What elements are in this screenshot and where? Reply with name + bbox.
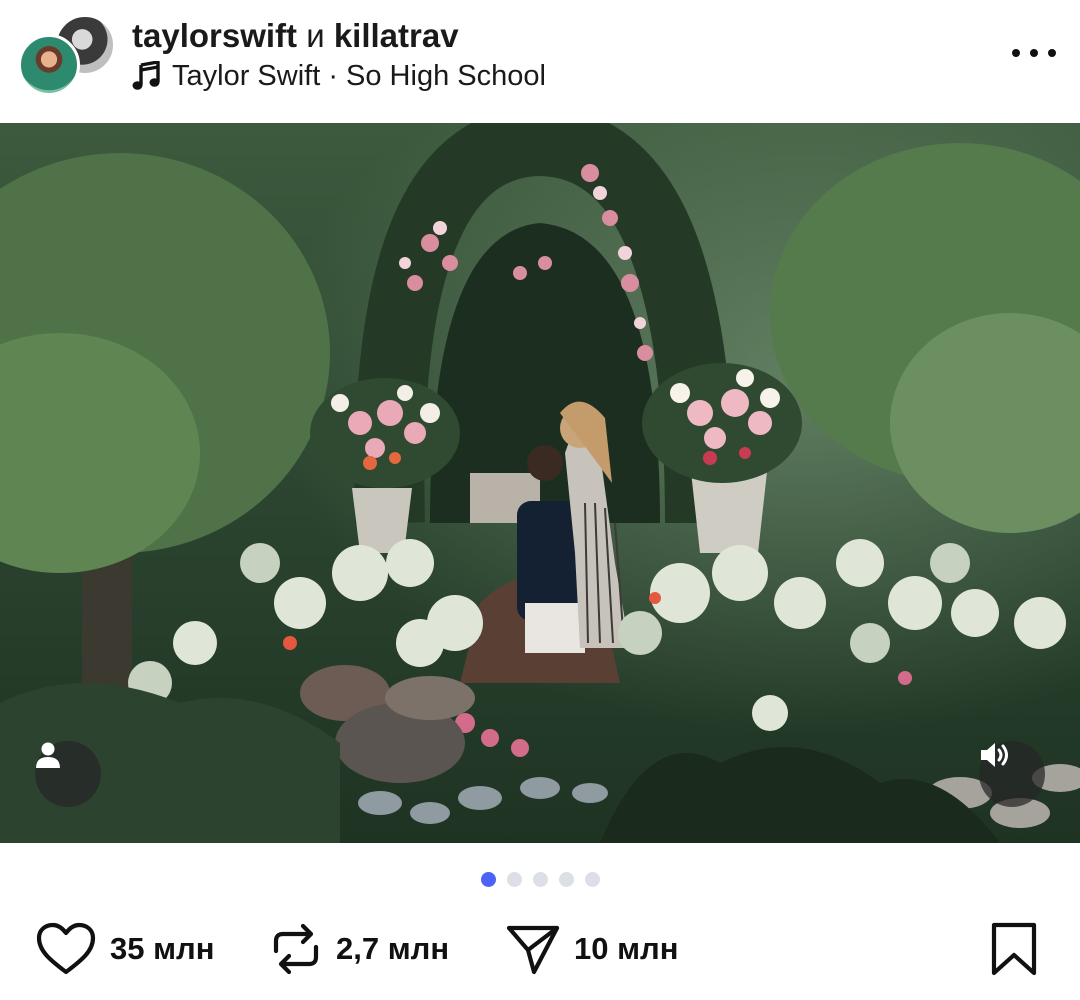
carousel-dot-active[interactable] xyxy=(480,872,496,887)
avatar-taylorswift[interactable] xyxy=(18,34,80,96)
user-tags-button[interactable] xyxy=(35,741,101,807)
avatar-group[interactable] xyxy=(18,14,116,96)
carousel-dot[interactable] xyxy=(532,872,548,887)
send-icon xyxy=(506,925,560,975)
bookmark-button[interactable] xyxy=(990,922,1038,976)
person-icon xyxy=(36,742,60,768)
share-count: 10 млн xyxy=(574,931,679,966)
bookmark-icon xyxy=(991,922,1037,976)
author-primary[interactable]: taylorswift xyxy=(132,17,297,54)
like-count: 35 млн xyxy=(110,931,215,966)
heart-icon xyxy=(36,922,96,975)
carousel-dot[interactable] xyxy=(584,872,600,887)
share-button[interactable]: 10 млн xyxy=(506,920,678,978)
carousel-dot[interactable] xyxy=(506,872,522,887)
garden-scene xyxy=(0,123,1080,843)
carousel-dot[interactable] xyxy=(558,872,574,887)
repost-count: 2,7 млн xyxy=(336,931,450,966)
music-label: Taylor Swift · So High School xyxy=(172,59,546,92)
post-photo[interactable] xyxy=(0,123,1080,843)
carousel-indicator xyxy=(0,872,1080,887)
more-horizontal-icon[interactable] xyxy=(1012,38,1056,68)
music-note-icon xyxy=(132,61,160,90)
repost-button[interactable]: 2,7 млн xyxy=(270,920,449,978)
music-attribution[interactable]: Taylor Swift · So High School xyxy=(132,58,546,94)
like-button[interactable]: 35 млн xyxy=(36,920,214,978)
repost-icon xyxy=(273,923,319,975)
post-header: taylorswift и killatrav Taylor Swift · S… xyxy=(0,0,1080,123)
sound-toggle-button[interactable] xyxy=(979,741,1045,807)
action-bar: 35 млн 2,7 млн 10 млн xyxy=(0,914,1080,984)
author-conjunction: и xyxy=(306,17,325,54)
speaker-icon xyxy=(981,743,1008,767)
author-secondary[interactable]: killatrav xyxy=(334,17,459,54)
post-authors: taylorswift и killatrav xyxy=(132,16,459,56)
